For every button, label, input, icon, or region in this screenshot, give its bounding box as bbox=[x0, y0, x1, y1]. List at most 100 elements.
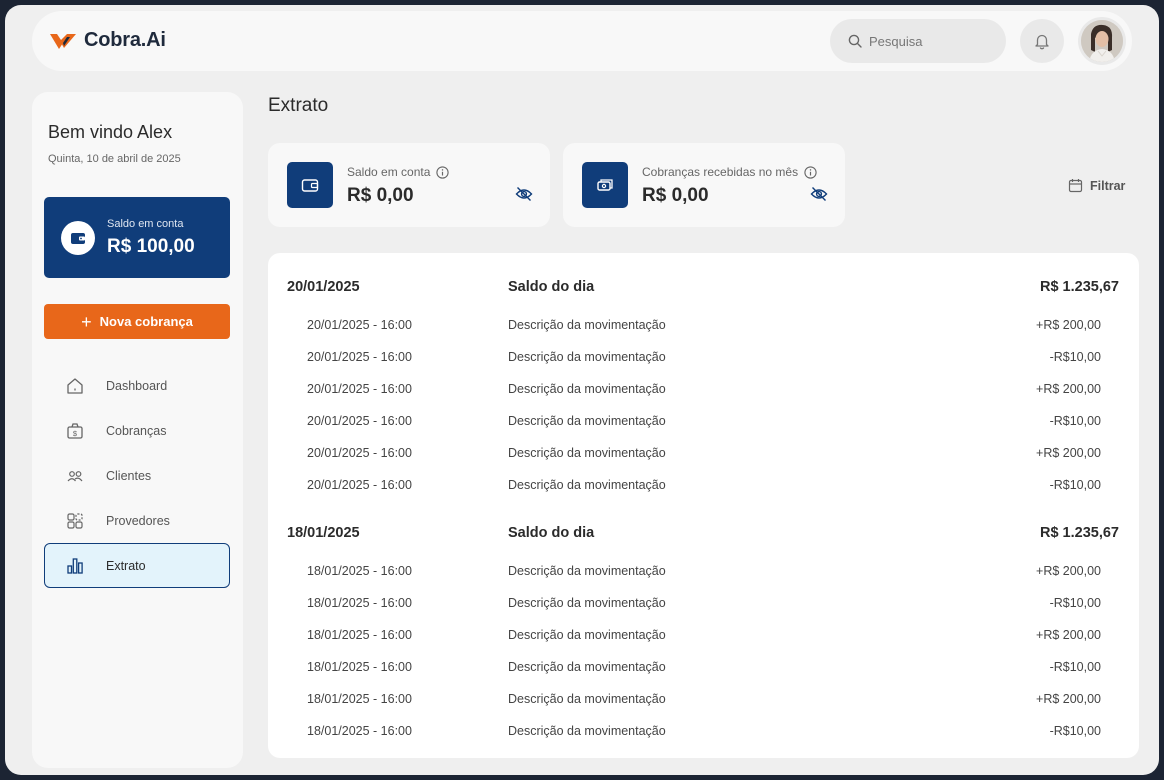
day-date: 20/01/2025 bbox=[287, 279, 360, 295]
transaction-row[interactable]: 18/01/2025 - 16:00 Descrição da movimenta… bbox=[268, 625, 1139, 645]
transaction-row[interactable]: 18/01/2025 - 16:00 Descrição da movimenta… bbox=[268, 721, 1139, 741]
notifications-button[interactable] bbox=[1020, 19, 1064, 63]
transaction-description: Descrição da movimentação bbox=[508, 628, 666, 642]
welcome-message: Bem vindo Alex bbox=[48, 122, 173, 142]
profile-avatar-button[interactable] bbox=[1078, 17, 1126, 65]
kpi-card-saldo: Saldo em conta R$ 0,00 bbox=[268, 143, 550, 227]
transaction-row[interactable]: 20/01/2025 - 16:00 Descrição da movimenta… bbox=[268, 315, 1139, 335]
wallet-icon bbox=[61, 221, 95, 255]
svg-text:$: $ bbox=[73, 428, 78, 437]
transaction-row[interactable]: 18/01/2025 - 16:00 Descrição da movimenta… bbox=[268, 657, 1139, 677]
transaction-amount: +R$ 200,00 bbox=[1036, 692, 1101, 706]
transaction-row[interactable]: 20/01/2025 - 16:00 Descrição da movimenta… bbox=[268, 443, 1139, 463]
sidebar-item-dashboard[interactable]: Dashboard bbox=[44, 363, 230, 408]
transaction-description: Descrição da movimentação bbox=[508, 564, 666, 578]
transaction-description: Descrição da movimentação bbox=[508, 692, 666, 706]
transaction-row[interactable]: 20/01/2025 - 16:00 Descrição da movimenta… bbox=[268, 347, 1139, 367]
transaction-date: 20/01/2025 - 16:00 bbox=[307, 478, 412, 492]
new-charge-label: Nova cobrança bbox=[99, 314, 193, 329]
day-group-header: 18/01/2025 Saldo do dia R$ 1.235,67 bbox=[268, 521, 1139, 545]
sidebar-item-clientes[interactable]: Clientes bbox=[44, 453, 230, 498]
day-balance-amount: R$ 1.235,67 bbox=[1039, 279, 1119, 295]
transaction-amount: +R$ 200,00 bbox=[1036, 318, 1101, 332]
user-avatar bbox=[1081, 20, 1123, 62]
home-icon bbox=[64, 375, 86, 397]
transaction-row[interactable]: 20/01/2025 - 16:00 Descrição da movimenta… bbox=[268, 411, 1139, 431]
wallet-icon bbox=[287, 162, 333, 208]
sidebar-item-label: Provedores bbox=[106, 513, 170, 528]
transaction-amount: -R$10,00 bbox=[1049, 596, 1101, 610]
transaction-amount: -R$10,00 bbox=[1049, 478, 1101, 492]
transaction-description: Descrição da movimentação bbox=[508, 414, 666, 428]
transaction-row[interactable]: 20/01/2025 - 16:00 Descrição da movimenta… bbox=[268, 379, 1139, 399]
transaction-row[interactable]: 20/01/2025 - 16:00 Descrição da movimenta… bbox=[268, 475, 1139, 495]
plus-icon: + bbox=[81, 311, 92, 332]
app-window: Cobra.Ai Pesquisa Bem vindo Alex Quinta,… bbox=[5, 5, 1159, 775]
transaction-row[interactable]: 18/01/2025 - 16:00 Descrição da movimenta… bbox=[268, 689, 1139, 709]
money-bag-icon: $ bbox=[64, 420, 86, 442]
sidebar-item-cobrancas[interactable]: $ Cobranças bbox=[44, 408, 230, 453]
transaction-row[interactable]: 18/01/2025 - 16:00 Descrição da movimenta… bbox=[268, 593, 1139, 613]
transaction-amount: -R$10,00 bbox=[1049, 414, 1101, 428]
transaction-date: 18/01/2025 - 16:00 bbox=[307, 596, 412, 610]
transaction-date: 18/01/2025 - 16:00 bbox=[307, 628, 412, 642]
sidebar-item-extrato[interactable]: Extrato bbox=[44, 543, 230, 588]
filter-button[interactable]: Filtrar bbox=[1068, 178, 1125, 193]
transaction-date: 18/01/2025 - 16:00 bbox=[307, 724, 412, 738]
transaction-amount: -R$10,00 bbox=[1049, 350, 1101, 364]
sidebar-item-label: Clientes bbox=[106, 468, 152, 483]
transaction-description: Descrição da movimentação bbox=[508, 350, 666, 364]
transaction-date: 20/01/2025 - 16:00 bbox=[307, 446, 412, 460]
top-bar: Cobra.Ai bbox=[32, 11, 1132, 71]
users-icon bbox=[64, 465, 86, 487]
filter-label: Filtrar bbox=[1090, 178, 1126, 193]
logo[interactable]: Cobra.Ai bbox=[50, 29, 166, 52]
transaction-date: 18/01/2025 - 16:00 bbox=[307, 692, 412, 706]
kpi-value: R$ 0,00 bbox=[642, 185, 709, 206]
eye-off-icon[interactable] bbox=[810, 186, 828, 202]
current-date: Quinta, 10 de abril de 2025 bbox=[48, 153, 181, 165]
transaction-description: Descrição da movimentação bbox=[508, 446, 666, 460]
info-icon[interactable] bbox=[436, 165, 450, 179]
transaction-row[interactable]: 18/01/2025 - 16:00 Descrição da movimenta… bbox=[268, 561, 1139, 581]
transaction-description: Descrição da movimentação bbox=[508, 318, 666, 332]
bar-chart-icon bbox=[64, 555, 86, 577]
balance-value: R$ 100,00 bbox=[107, 236, 195, 257]
transaction-date: 20/01/2025 - 16:00 bbox=[307, 318, 412, 332]
providers-icon bbox=[64, 510, 86, 532]
sidebar-item-label: Dashboard bbox=[106, 378, 168, 393]
day-group-header: 20/01/2025 Saldo do dia R$ 1.235,67 bbox=[268, 275, 1139, 299]
day-balance-label: Saldo do dia bbox=[508, 525, 595, 541]
kpi-card-cobrancas: Cobranças recebidas no mês R$ 0,00 bbox=[563, 143, 845, 227]
transaction-amount: +R$ 200,00 bbox=[1036, 446, 1101, 460]
kpi-label: Cobranças recebidas no mês bbox=[642, 165, 799, 179]
transaction-description: Descrição da movimentação bbox=[508, 724, 666, 738]
balance-card: Saldo em conta R$ 100,00 bbox=[44, 197, 230, 278]
logo-icon bbox=[50, 33, 76, 49]
transaction-amount: -R$10,00 bbox=[1049, 660, 1101, 674]
transaction-date: 20/01/2025 - 16:00 bbox=[307, 414, 412, 428]
balance-label: Saldo em conta bbox=[107, 218, 184, 230]
statement-list: 20/01/2025 Saldo do dia R$ 1.235,67 20/01/2… bbox=[268, 253, 1139, 758]
sidebar-item-provedores[interactable]: Provedores bbox=[44, 498, 230, 543]
transaction-description: Descrição da movimentação bbox=[508, 660, 666, 674]
transaction-date: 18/01/2025 - 16:00 bbox=[307, 660, 412, 674]
sidebar-nav: Dashboard $ Cobranças Clientes Provedore… bbox=[44, 363, 230, 588]
transaction-amount: +R$ 200,00 bbox=[1036, 382, 1101, 396]
day-balance-amount: R$ 1.235,67 bbox=[1039, 525, 1119, 541]
cash-icon bbox=[582, 162, 628, 208]
transaction-description: Descrição da movimentação bbox=[508, 478, 666, 492]
search-input[interactable] bbox=[869, 33, 989, 49]
eye-off-icon[interactable] bbox=[515, 186, 533, 202]
transaction-date: 20/01/2025 - 16:00 bbox=[307, 350, 412, 364]
transaction-description: Descrição da movimentação bbox=[508, 596, 666, 610]
page-title: Extrato bbox=[268, 95, 329, 116]
kpi-value: R$ 0,00 bbox=[347, 185, 414, 206]
info-icon[interactable] bbox=[804, 165, 817, 179]
avatar bbox=[1081, 20, 1123, 62]
transaction-description: Descrição da movimentação bbox=[508, 382, 666, 396]
new-charge-button[interactable]: + Nova cobrança bbox=[44, 304, 230, 339]
search-box[interactable] bbox=[830, 19, 1006, 63]
app-name: Cobra.Ai bbox=[84, 29, 166, 51]
sidebar: Bem vindo Alex Quinta, 10 de abril de 20… bbox=[32, 92, 243, 768]
